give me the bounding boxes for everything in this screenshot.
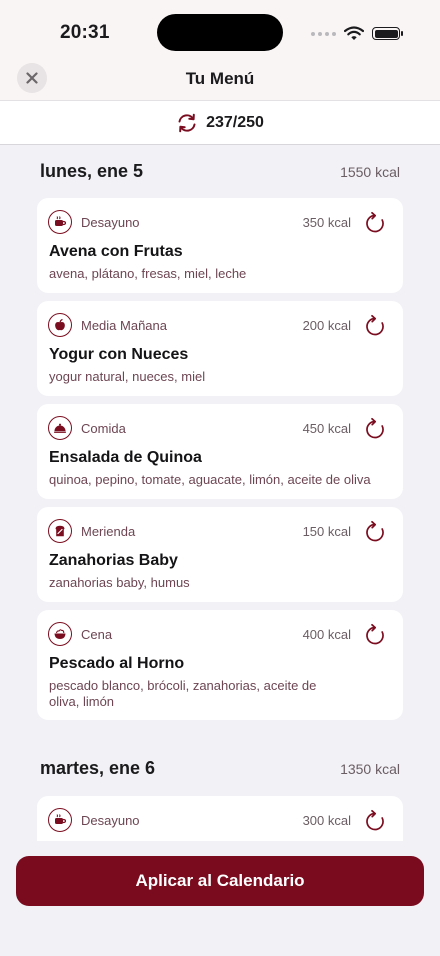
replace-meal-button[interactable]: [363, 313, 387, 339]
apply-to-calendar-button[interactable]: Aplicar al Calendario: [16, 856, 424, 906]
meal-ingredients: yogur natural, nueces, miel: [49, 369, 206, 384]
coffee-cup-icon: [48, 210, 72, 234]
meal-kcal: 400 kcal: [302, 627, 351, 642]
wifi-icon: [344, 26, 364, 40]
coffee-cup-icon: [48, 808, 72, 832]
battery-icon: [372, 27, 403, 40]
swap-arrows-icon: [178, 113, 196, 132]
toast-icon: [48, 519, 72, 543]
day-total-kcal: 1350 kcal: [340, 761, 400, 777]
meal-ingredients: quinoa, pepino, tomate, aguacate, limón,…: [49, 472, 371, 487]
swap-count: 237/250: [206, 113, 264, 131]
meal-kcal: 200 kcal: [302, 318, 351, 333]
day-header: martes, ene 6 1350 kcal: [40, 758, 400, 779]
menu-list[interactable]: lunes, ene 5 1550 kcal Desayuno 350 kcal…: [0, 145, 440, 841]
refresh-icon: [363, 623, 387, 647]
dynamic-island: [157, 14, 283, 51]
meal-name: Zanahorias Baby: [49, 552, 178, 569]
meal-name: Pescado al Horno: [49, 655, 185, 672]
cellular-signal-icon: [311, 31, 336, 36]
meal-card[interactable]: Desayuno 300 kcal: [37, 796, 403, 841]
meal-name: Ensalada de Quinoa: [49, 449, 202, 466]
meal-type: Cena: [81, 627, 113, 642]
meal-card[interactable]: Comida 450 kcal Ensalada de Quinoa quino…: [37, 404, 403, 499]
meal-card[interactable]: Media Mañana 200 kcal Yogur con Nueces y…: [37, 301, 403, 396]
meal-name: Yogur con Nueces: [49, 346, 189, 363]
day-header: lunes, ene 5 1550 kcal: [40, 161, 400, 182]
status-time: 20:31: [60, 22, 110, 43]
meal-kcal: 150 kcal: [302, 524, 351, 539]
meal-type: Desayuno: [81, 215, 140, 230]
refresh-icon: [363, 314, 387, 338]
replace-meal-button[interactable]: [363, 210, 387, 236]
apple-icon: [48, 313, 72, 337]
meal-type: Merienda: [81, 524, 136, 539]
day-title: martes, ene 6: [40, 758, 156, 778]
bowl-icon: [48, 622, 72, 646]
meal-type: Comida: [81, 421, 126, 436]
meal-ingredients: avena, plátano, fresas, miel, leche: [49, 266, 247, 281]
meal-kcal: 300 kcal: [302, 813, 351, 828]
day-title: lunes, ene 5: [40, 161, 144, 181]
meal-card[interactable]: Desayuno 350 kcal Avena con Frutas avena…: [37, 198, 403, 293]
meal-type: Media Mañana: [81, 318, 167, 333]
meal-ingredients: zanahorias baby, humus: [49, 575, 190, 590]
swap-counter: 237/250: [0, 100, 440, 145]
cloche-icon: [48, 416, 72, 440]
replace-meal-button[interactable]: [363, 808, 387, 834]
page-title: Tu Menú: [185, 69, 255, 88]
header-area: 20:31 Tu Menú: [0, 0, 440, 100]
meal-name: Avena con Frutas: [49, 243, 183, 260]
replace-meal-button[interactable]: [363, 622, 387, 648]
refresh-icon: [363, 520, 387, 544]
refresh-icon: [363, 211, 387, 235]
meal-type: Desayuno: [81, 813, 140, 828]
meal-kcal: 350 kcal: [302, 215, 351, 230]
refresh-icon: [363, 809, 387, 833]
meal-ingredients: pescado blanco, brócoli, zanahorias, ace…: [49, 678, 317, 709]
status-icons: [311, 26, 403, 41]
replace-meal-button[interactable]: [363, 519, 387, 545]
day-total-kcal: 1550 kcal: [340, 164, 400, 180]
refresh-icon: [363, 417, 387, 441]
meal-kcal: 450 kcal: [302, 421, 351, 436]
meal-card[interactable]: Cena 400 kcal Pescado al Horno pescado b…: [37, 610, 403, 720]
replace-meal-button[interactable]: [363, 416, 387, 442]
meal-card[interactable]: Merienda 150 kcal Zanahorias Baby zanaho…: [37, 507, 403, 602]
